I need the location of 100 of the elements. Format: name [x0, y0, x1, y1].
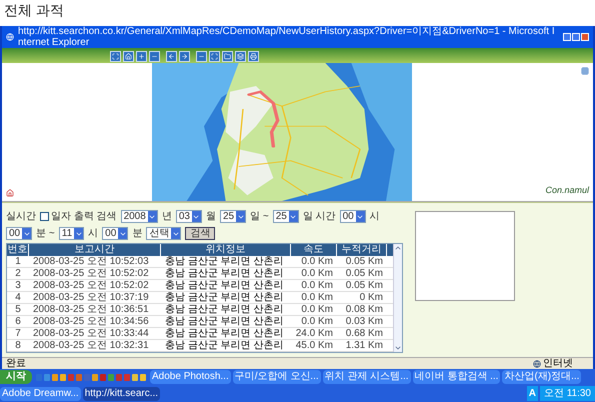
table-cell-text: 충남 금산군 부리면 산촌리	[164, 292, 284, 303]
filter-label: 분 ~	[36, 227, 55, 241]
table-cell-text: 7	[14, 328, 22, 339]
taskbar-task[interactable]: 위치 관제 시스템...	[322, 370, 411, 384]
checkbox[interactable]	[40, 212, 49, 221]
table-cell-text: 0.05 Km	[344, 280, 384, 291]
table-cell-text: 0.0 Km	[300, 292, 334, 303]
filter-label: 실시간	[6, 210, 36, 224]
table-cell-text: 2008-03-25 오전 10:52:03	[32, 256, 150, 267]
tool-icon	[198, 53, 205, 60]
table-cell-text: 2008-03-25 오전 10:52:02	[32, 280, 150, 291]
search-button[interactable]: 검색	[185, 227, 216, 240]
table-cell-text: 0.05 Km	[344, 256, 384, 267]
tool-icon	[151, 53, 158, 60]
scroll-up-icon[interactable]	[394, 244, 402, 252]
filter-label: 일 ~	[250, 210, 269, 224]
dropdown[interactable]: 00	[6, 227, 32, 240]
clock: 오전 11:30	[540, 386, 595, 401]
memo-field[interactable]	[415, 211, 515, 301]
globe-icon	[533, 360, 541, 368]
table-cell-text: 0.05 Km	[344, 268, 384, 279]
map-option-icon[interactable]	[581, 67, 589, 75]
scroll-down-icon[interactable]	[394, 344, 402, 352]
table-cell-text: 8	[14, 340, 22, 351]
map-tool-button[interactable]	[222, 51, 233, 62]
filter-label: 일 시간	[302, 210, 336, 224]
page-title: 전체 과적	[3, 1, 65, 20]
table-cell-text: 0.0 Km	[300, 256, 334, 267]
map-tool-button[interactable]	[179, 51, 190, 62]
table-cell-text: 충남 금산군 부리면 산촌리	[164, 280, 284, 291]
taskbar-task[interactable]: Adobe Dreamw...	[0, 386, 81, 400]
column-header: 위치정보	[161, 244, 291, 256]
dropdown[interactable]: 00	[340, 210, 366, 223]
table-cell-text: 충남 금산군 부리면 산촌리	[164, 316, 284, 327]
table-cell-text: 45.0 Km	[294, 340, 334, 351]
filter-label: 월	[206, 210, 216, 224]
column-header: 번호	[7, 244, 29, 256]
table-cell-text: 24.0 Km	[294, 328, 334, 339]
table-cell-text: 2008-03-25 오전 10:36:51	[32, 304, 150, 315]
map-tool-button[interactable]	[196, 51, 207, 62]
window-title: http://kitt.searchon.co.kr/General/XmlMapRes/CDemoMap/NewUserHistory.aspx?Driver=이지점&DriverNo=1 - Microsoft Internet Explorer	[18, 26, 556, 48]
dropdown[interactable]: 2008	[120, 210, 158, 223]
taskbar-task[interactable]: 차산업(재)정대...	[502, 370, 582, 384]
table-cell-text: 0.03 Km	[344, 316, 384, 327]
map-tool-button[interactable]	[166, 51, 177, 62]
map-tool-button[interactable]	[123, 51, 134, 62]
map-tool-button[interactable]	[235, 51, 246, 62]
status-text: 완료	[6, 358, 27, 369]
tool-icon	[237, 53, 244, 60]
table-cell-text: 충남 금산군 부리면 산촌리	[164, 268, 284, 279]
tool-icon	[181, 53, 188, 60]
taskbar-task[interactable]: 구미/오합에 오신...	[232, 370, 321, 384]
quick-launch-icons[interactable]	[34, 374, 148, 380]
scrollbar[interactable]	[393, 244, 402, 352]
dropdown[interactable]: 선택	[146, 227, 182, 240]
map-tool-button[interactable]	[248, 51, 259, 62]
map-tool-button[interactable]	[209, 51, 220, 62]
map-tool-button[interactable]	[110, 51, 121, 62]
map-tool-button[interactable]	[149, 51, 160, 62]
tool-icon	[125, 53, 132, 60]
dropdown[interactable]: 00	[102, 227, 128, 240]
map-tool-button[interactable]	[136, 51, 147, 62]
column-header: 보고시간	[29, 244, 161, 256]
taskbar-task[interactable]: Adobe Photosh...	[150, 370, 231, 384]
window-buttons-icon[interactable]	[563, 33, 589, 41]
table-cell-text: 1	[14, 256, 22, 267]
security-zone: 인터넷	[543, 358, 573, 369]
table-cell-text: 충남 금산군 부리면 산촌리	[164, 304, 284, 315]
table-cell-text: 3	[14, 280, 22, 291]
dropdown[interactable]: 11	[58, 227, 84, 240]
table-cell-text: 4	[14, 292, 22, 303]
taskbar-task[interactable]: http://kitt.searc...	[82, 386, 160, 400]
dropdown[interactable]: 25	[220, 210, 246, 223]
taskbar-task[interactable]: 네이버 통합검색 ...	[412, 370, 500, 384]
table-cell-text: 0.68 Km	[344, 328, 384, 339]
dropdown[interactable]: 03	[176, 210, 202, 223]
table-cell-text: 2008-03-25 오전 10:52:02	[32, 268, 150, 279]
tool-icon	[112, 53, 119, 60]
tool-icon	[168, 53, 175, 60]
tool-icon	[211, 53, 218, 60]
table-cell-text: 2008-03-25 오전 10:33:44	[32, 328, 150, 339]
column-header: 누적거리	[337, 244, 387, 256]
table-cell-text: 2008-03-25 오전 10:37:19	[32, 292, 150, 303]
table-cell-text: 1.31 Km	[344, 340, 384, 351]
tool-icon	[224, 53, 231, 60]
table-cell-text: 0.0 Km	[300, 280, 334, 291]
table-cell-text: 충남 금산군 부리면 산촌리	[164, 340, 284, 351]
filter-label: 분	[132, 227, 142, 241]
tool-icon	[138, 53, 145, 60]
table-cell-text: 0 Km	[358, 292, 384, 303]
tool-icon	[250, 53, 257, 60]
table-cell-text: 충남 금산군 부리면 산촌리	[164, 256, 284, 267]
checkbox-label: 일자 출력 검색	[51, 210, 117, 224]
start-button[interactable]: 시작	[0, 370, 32, 384]
table-cell-text: 6	[14, 316, 22, 327]
table-cell-text: 2008-03-25 오전 10:32:31	[32, 340, 150, 351]
table-cell-text: 2	[14, 268, 22, 279]
table-cell-text: 0.0 Km	[300, 316, 334, 327]
table-cell-text: 충남 금산군 부리면 산촌리	[164, 328, 284, 339]
dropdown[interactable]: 25	[272, 210, 299, 223]
